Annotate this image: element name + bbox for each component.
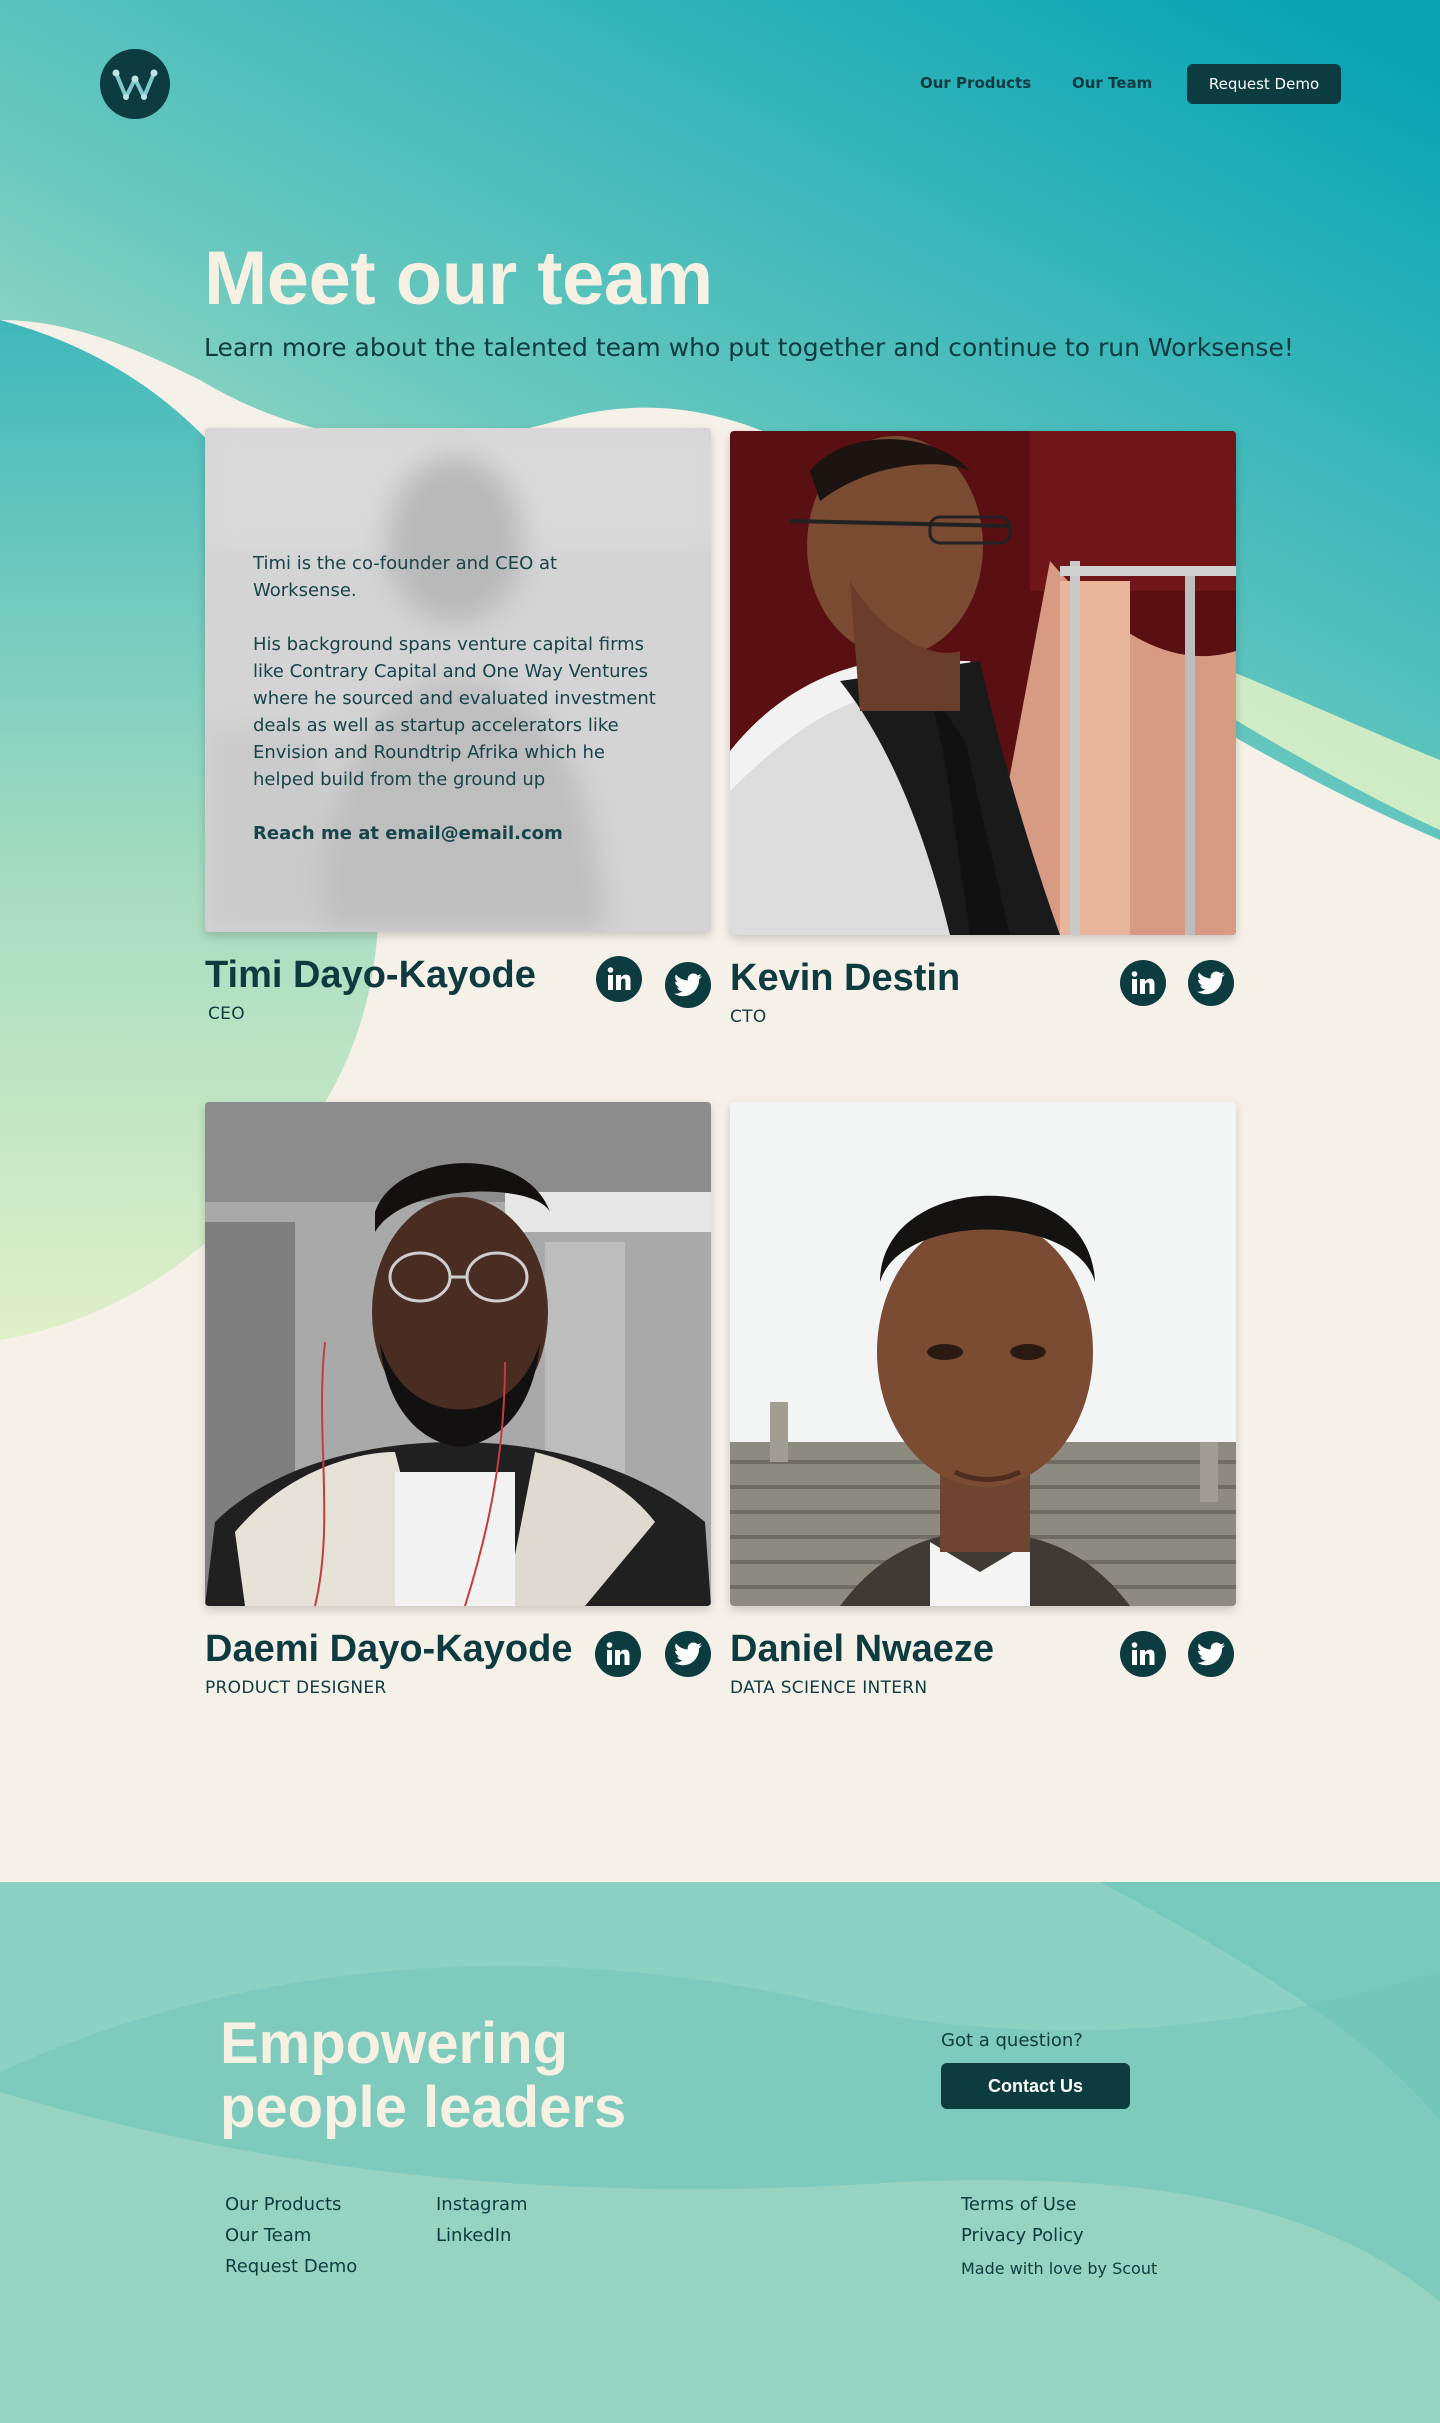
team-card: Timi is the co-founder and CEO at Workse… [205, 428, 711, 1024]
member-role: CTO [730, 1007, 767, 1027]
worksense-logo[interactable] [100, 49, 170, 119]
footer-link-request-demo[interactable]: Request Demo [225, 2256, 357, 2277]
member-name: Kevin Destin [730, 957, 961, 999]
member-name: Daniel Nwaeze [730, 1628, 994, 1670]
twitter-button[interactable] [1188, 960, 1234, 1006]
footer-link-linkedin[interactable]: LinkedIn [436, 2225, 511, 2246]
member-name: Daemi Dayo-Kayode [205, 1628, 573, 1670]
twitter-icon [1197, 971, 1225, 995]
footer-link-our-products[interactable]: Our Products [225, 2194, 341, 2215]
team-photo-timi[interactable]: Timi is the co-founder and CEO at Workse… [205, 428, 711, 932]
linkedin-icon [606, 1642, 630, 1665]
page-subtitle: Learn more about the talented team who p… [204, 333, 1294, 362]
bio-background: His background spans venture capital fir… [253, 634, 656, 790]
twitter-button[interactable] [665, 1631, 711, 1677]
bio-intro: Timi is the co-founder and CEO at Workse… [253, 553, 558, 601]
footer-link-terms[interactable]: Terms of Use [961, 2194, 1076, 2215]
twitter-button[interactable] [665, 962, 711, 1008]
nav-our-team[interactable]: Our Team [1072, 74, 1152, 92]
twitter-icon [674, 973, 702, 997]
linkedin-button[interactable] [1120, 1631, 1166, 1677]
footer-link-privacy[interactable]: Privacy Policy [961, 2225, 1084, 2246]
team-card: Daemi Dayo-Kayode PRODUCT DESIGNER [205, 1102, 711, 1698]
twitter-icon [674, 1642, 702, 1666]
bio-overlay: Timi is the co-founder and CEO at Workse… [205, 428, 711, 932]
twitter-button[interactable] [1188, 1631, 1234, 1677]
footer-background [0, 1882, 1440, 2423]
linkedin-icon [1131, 971, 1155, 994]
footer-link-instagram[interactable]: Instagram [436, 2194, 528, 2215]
linkedin-button[interactable] [1120, 960, 1166, 1006]
twitter-icon [1197, 1642, 1225, 1666]
footer-question: Got a question? [941, 2030, 1083, 2051]
team-photo-daemi[interactable] [205, 1102, 711, 1606]
footer-title: Empowering people leaders [220, 2011, 627, 2140]
member-role: CEO [208, 1004, 245, 1024]
linkedin-button[interactable] [595, 1631, 641, 1677]
request-demo-button[interactable]: Request Demo [1187, 64, 1341, 104]
contact-us-button[interactable]: Contact Us [941, 2063, 1130, 2109]
member-role: PRODUCT DESIGNER [205, 1678, 387, 1698]
worksense-logo-icon [112, 69, 158, 100]
footer-credit: Made with love by Scout [961, 2259, 1158, 2278]
linkedin-button[interactable] [596, 956, 642, 1002]
linkedin-icon [607, 967, 631, 990]
team-card: Kevin Destin CTO [730, 431, 1236, 1027]
page-title: Meet our team [204, 236, 713, 321]
nav-our-products[interactable]: Our Products [920, 74, 1031, 92]
team-card: Daniel Nwaeze DATA SCIENCE INTERN [730, 1102, 1236, 1698]
linkedin-icon [1131, 1642, 1155, 1665]
bio-contact-email[interactable]: Reach me at email@email.com [253, 820, 665, 847]
member-role: DATA SCIENCE INTERN [730, 1678, 928, 1698]
team-photo-kevin[interactable] [730, 431, 1236, 935]
member-name: Timi Dayo-Kayode [205, 954, 536, 996]
footer-link-our-team[interactable]: Our Team [225, 2225, 311, 2246]
team-photo-daniel[interactable] [730, 1102, 1236, 1606]
